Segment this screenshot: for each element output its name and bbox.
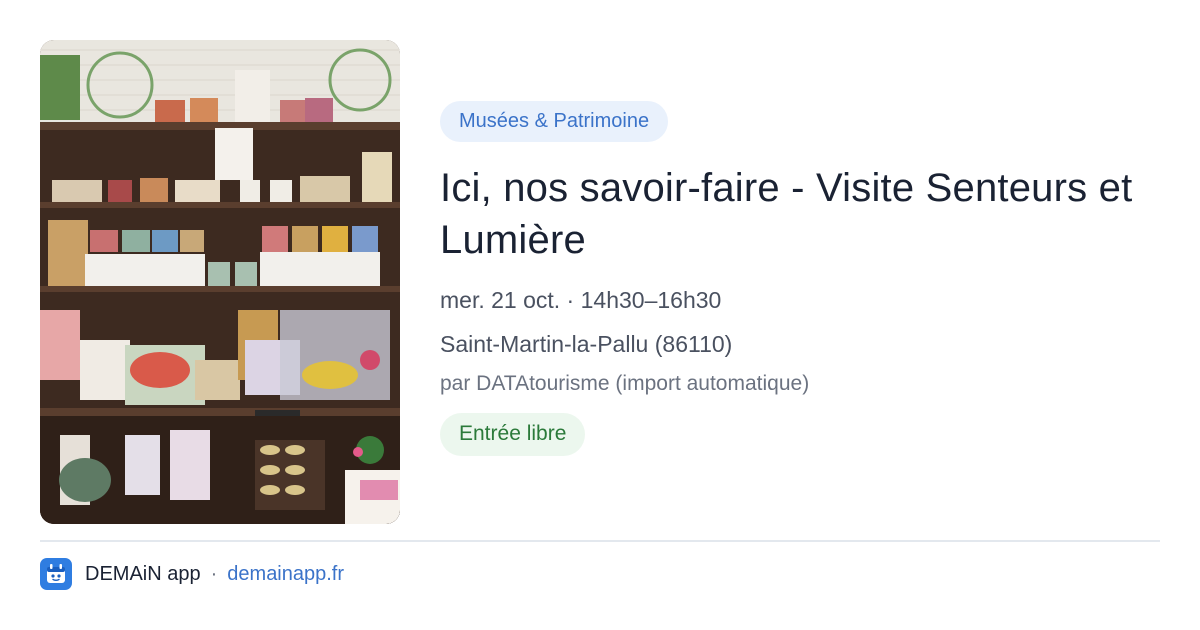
event-info: Musées & Patrimoine Ici, nos savoir-fair… xyxy=(440,101,1160,456)
event-date: mer. 21 oct. · 14h30–16h30 xyxy=(440,287,722,313)
footer-divider xyxy=(40,540,1160,542)
footer-separator: · xyxy=(210,562,218,585)
demain-app-logo-icon xyxy=(40,558,72,590)
event-title: Ici, nos savoir-faire - Visite Senteurs … xyxy=(440,166,1133,262)
event-photo xyxy=(40,40,400,524)
event-source: par DATAtourisme (import automatique) xyxy=(440,372,810,395)
event-location: Saint-Martin-la-Pallu (86110) xyxy=(440,331,733,357)
footer: DEMAiN app · demainapp.fr xyxy=(40,558,344,590)
app-domain-link[interactable]: demainapp.fr xyxy=(227,563,344,586)
category-badge[interactable]: Musées & Patrimoine xyxy=(440,101,669,142)
shop-shelves-photo-icon xyxy=(40,40,400,524)
price-badge: Entrée libre xyxy=(440,413,586,456)
app-name: DEMAiN app xyxy=(85,562,201,585)
